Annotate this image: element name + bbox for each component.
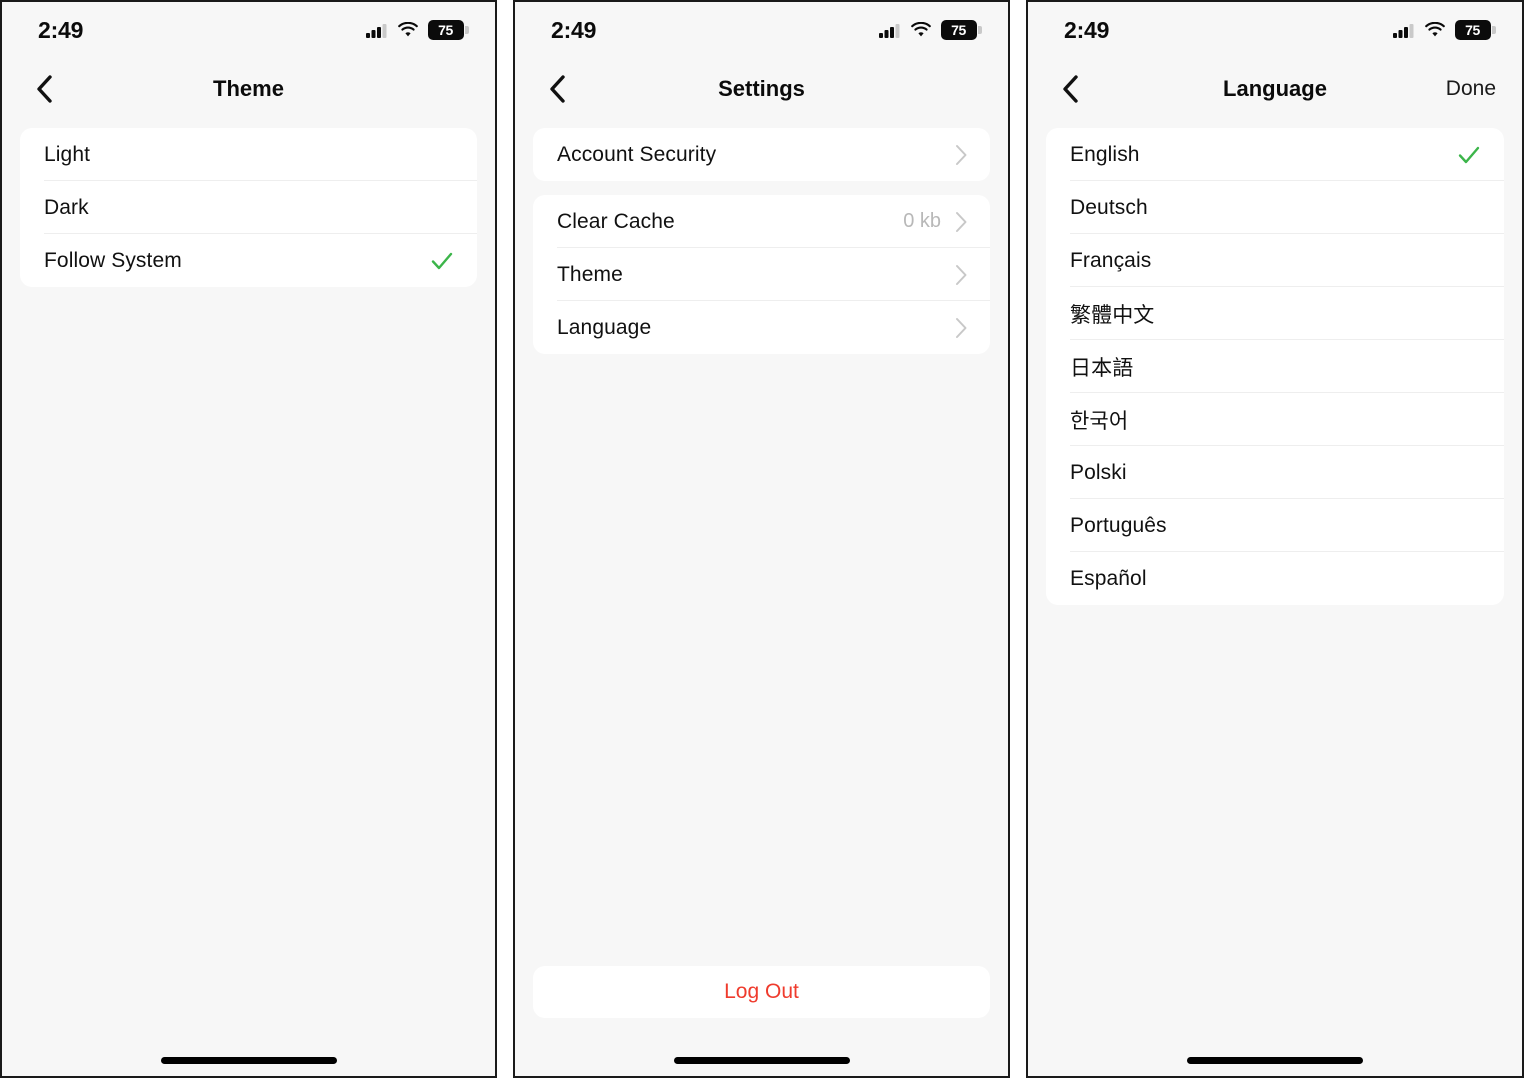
wifi-icon <box>397 22 418 37</box>
done-button[interactable]: Done <box>1446 77 1500 101</box>
status-bar-time: 2:49 <box>1064 16 1110 43</box>
phone-screen-language: 2:49 75 Language Done English Deutsch Fr… <box>1026 0 1524 1078</box>
status-bar-time: 2:49 <box>551 16 597 43</box>
row-label: English <box>1070 142 1140 166</box>
battery-icon: 75 <box>1454 20 1496 40</box>
phone-screen-settings: 2:49 75 Settings Account Security Clear … <box>513 0 1010 1078</box>
language-option-francais[interactable]: Français <box>1046 234 1504 287</box>
chevron-right-icon <box>956 264 967 285</box>
theme-option-follow-system[interactable]: Follow System <box>20 234 477 287</box>
row-label: Español <box>1070 566 1147 590</box>
cellular-signal-icon <box>365 24 386 38</box>
row-label: 한국어 <box>1070 409 1129 433</box>
settings-card-preferences: Clear Cache 0 kb Theme Language <box>533 195 990 354</box>
row-label: Dark <box>44 195 89 219</box>
nav-bar-language: Language Done <box>1028 58 1522 120</box>
status-bar-indicators: 75 <box>365 20 469 40</box>
theme-option-dark[interactable]: Dark <box>20 181 477 234</box>
row-label: 繁體中文 <box>1070 303 1155 327</box>
row-accessory <box>955 317 968 339</box>
battery-icon: 75 <box>427 20 469 40</box>
phone-screen-theme: 2:49 75 Theme Light Dark Follow System <box>0 0 497 1078</box>
row-label: Theme <box>557 262 623 286</box>
row-accessory <box>429 248 455 274</box>
row-label: Account Security <box>557 142 717 166</box>
battery-level-label: 75 <box>438 22 453 38</box>
row-accessory <box>1456 142 1482 168</box>
row-label: Polski <box>1070 460 1127 484</box>
home-indicator <box>673 1057 850 1064</box>
language-option-traditional-chinese[interactable]: 繁體中文 <box>1046 287 1504 340</box>
status-bar-indicators: 75 <box>878 20 982 40</box>
back-button[interactable] <box>1050 69 1090 109</box>
log-out-label: Log Out <box>724 980 799 1003</box>
row-accessory: 0 kb <box>903 210 968 233</box>
log-out-button[interactable]: Log Out <box>533 966 990 1018</box>
cellular-signal-icon <box>878 24 899 38</box>
cache-size-value: 0 kb <box>903 210 941 232</box>
back-button[interactable] <box>24 69 64 109</box>
language-options-card: English Deutsch Français 繁體中文 日本語 한국어 Po… <box>1046 128 1504 605</box>
language-option-japanese[interactable]: 日本語 <box>1046 340 1504 393</box>
row-label: Language <box>557 315 652 339</box>
nav-bar-settings: Settings <box>515 58 1008 120</box>
row-label: Français <box>1070 248 1152 272</box>
chevron-left-icon <box>36 75 52 103</box>
wifi-icon <box>910 22 931 37</box>
logout-container: Log Out <box>515 966 1008 1018</box>
row-label: Light <box>44 142 91 166</box>
settings-card-account: Account Security <box>533 128 990 181</box>
settings-row-account-security[interactable]: Account Security <box>533 128 990 181</box>
language-option-deutsch[interactable]: Deutsch <box>1046 181 1504 234</box>
panel-gap-1 <box>497 0 513 1078</box>
status-bar: 2:49 75 <box>2 2 495 58</box>
row-label: Clear Cache <box>557 209 675 233</box>
status-bar-indicators: 75 <box>1392 20 1496 40</box>
battery-icon: 75 <box>940 20 982 40</box>
settings-content: Account Security Clear Cache 0 kb Theme … <box>515 120 1008 354</box>
status-bar-time: 2:49 <box>38 16 84 43</box>
page-title: Theme <box>213 76 284 101</box>
row-accessory <box>955 264 968 286</box>
home-indicator <box>1187 1057 1363 1064</box>
status-bar: 2:49 75 <box>1028 2 1522 58</box>
theme-options-card: Light Dark Follow System <box>20 128 477 287</box>
chevron-right-icon <box>956 317 967 338</box>
screenshot-triptych: 2:49 75 Theme Light Dark Follow System 2… <box>0 0 1524 1078</box>
row-label: Português <box>1070 513 1167 537</box>
language-content: English Deutsch Français 繁體中文 日本語 한국어 Po… <box>1028 120 1522 605</box>
battery-level-label: 75 <box>951 22 966 38</box>
row-accessory <box>955 144 968 166</box>
row-label: 日本語 <box>1070 356 1134 380</box>
checkmark-icon <box>431 252 453 269</box>
theme-option-light[interactable]: Light <box>20 128 477 181</box>
language-option-korean[interactable]: 한국어 <box>1046 393 1504 446</box>
checkmark-icon <box>1458 146 1480 163</box>
settings-row-clear-cache[interactable]: Clear Cache 0 kb <box>533 195 990 248</box>
row-label: Deutsch <box>1070 195 1148 219</box>
row-label: Follow System <box>44 248 182 272</box>
language-option-polski[interactable]: Polski <box>1046 446 1504 499</box>
language-option-espanol[interactable]: Español <box>1046 552 1504 605</box>
page-title: Settings <box>718 76 805 101</box>
chevron-right-icon <box>956 211 967 232</box>
status-bar: 2:49 75 <box>515 2 1008 58</box>
battery-level-label: 75 <box>1465 22 1480 38</box>
chevron-right-icon <box>956 144 967 165</box>
chevron-left-icon <box>549 75 565 103</box>
panel-gap-2 <box>1010 0 1026 1078</box>
language-option-portugues[interactable]: Português <box>1046 499 1504 552</box>
settings-row-language[interactable]: Language <box>533 301 990 354</box>
settings-row-theme[interactable]: Theme <box>533 248 990 301</box>
chevron-left-icon <box>1062 75 1078 103</box>
home-indicator <box>160 1057 337 1064</box>
language-option-english[interactable]: English <box>1046 128 1504 181</box>
cellular-signal-icon <box>1392 24 1413 38</box>
theme-content: Light Dark Follow System <box>2 120 495 287</box>
nav-bar-theme: Theme <box>2 58 495 120</box>
wifi-icon <box>1424 22 1445 37</box>
back-button[interactable] <box>537 69 577 109</box>
